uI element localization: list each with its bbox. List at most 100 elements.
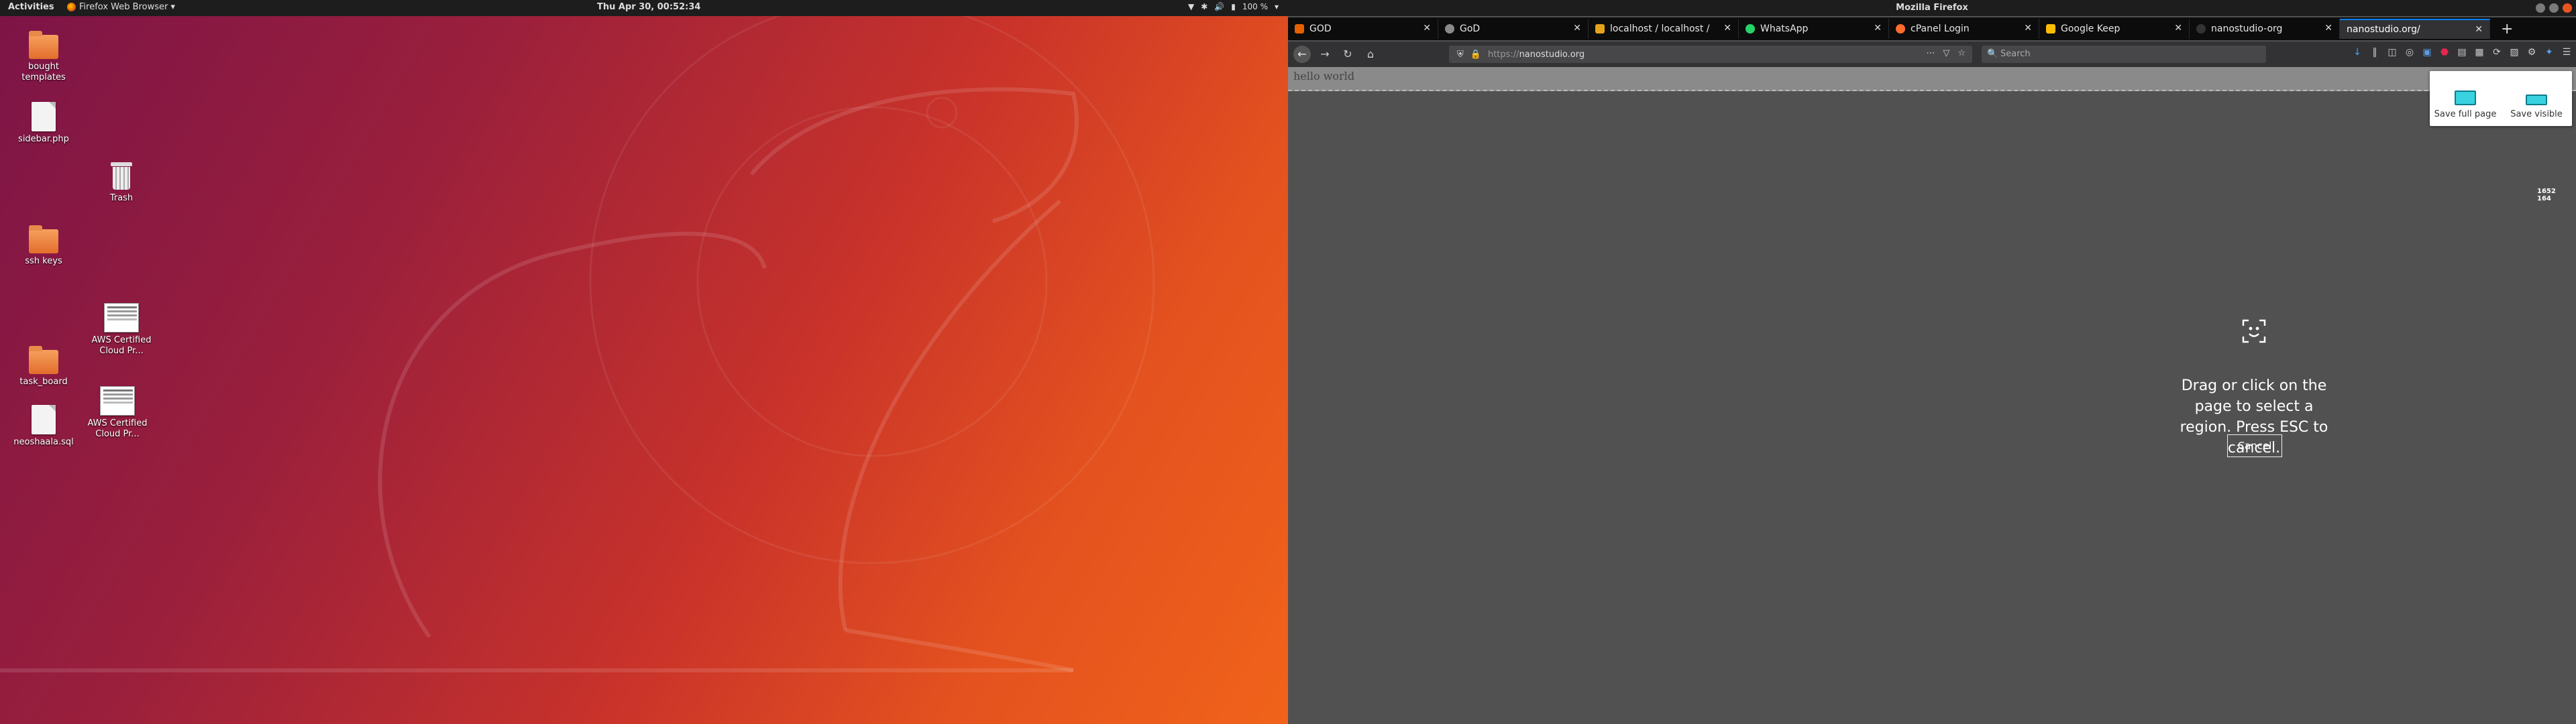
desktop-icon-label: AWS Certified Cloud Pr... — [91, 335, 152, 356]
firefox-icon — [67, 3, 76, 11]
cpanel-icon — [1896, 24, 1905, 34]
extension-icon[interactable]: ▤ — [2457, 47, 2467, 58]
desktop-icon-label: bought templates — [21, 62, 66, 82]
tab-god[interactable]: GOD ✕ — [1288, 19, 1438, 39]
maximize-button[interactable] — [2549, 3, 2559, 13]
tab-nanostudio-org[interactable]: nanostudio-org ✕ — [2190, 19, 2340, 39]
tab-strip: GOD ✕ GoD ✕ localhost / localhost / g...… — [1288, 17, 2576, 40]
tab-label: WhatsApp — [1760, 23, 1809, 34]
tab-label: GoD — [1460, 23, 1481, 34]
file-icon — [32, 405, 56, 434]
battery-label: 100 % — [1242, 2, 1268, 11]
desktop-icon-task-board[interactable]: task_board — [13, 346, 74, 387]
screenshot-icon[interactable]: ▨ — [2509, 47, 2520, 58]
bookmark-star-icon[interactable]: ☆ — [1957, 48, 1966, 58]
desktop-icon-trash[interactable]: Trash — [91, 161, 152, 204]
volume-icon: 🔊 — [1214, 2, 1225, 11]
desktop-icon-label: neoshaala.sql — [13, 437, 74, 447]
url-host: nanostudio.org — [1519, 49, 1585, 60]
tab-label: GOD — [1309, 23, 1332, 34]
close-window-button[interactable] — [2563, 3, 2572, 13]
home-icon[interactable]: ⌂ — [1362, 46, 1379, 63]
desktop-icon-ssh-keys[interactable]: ssh keys — [13, 225, 74, 267]
close-icon[interactable]: ✕ — [1874, 23, 1882, 34]
app-menu[interactable]: Firefox Web Browser ▾ — [67, 2, 175, 12]
firefox-window: Mozilla Firefox GOD ✕ GoD ✕ localhost / … — [1288, 0, 2576, 724]
close-icon[interactable]: ✕ — [2475, 24, 2483, 35]
trash-icon — [109, 161, 133, 190]
desktop-icon-aws-certified-2[interactable]: AWS Certified Cloud Pr... — [87, 386, 148, 440]
window-titlebar[interactable]: Mozilla Firefox — [1288, 0, 2576, 16]
activities-button[interactable]: Activities — [8, 2, 54, 12]
extension-icon[interactable]: ⟳ — [2491, 47, 2502, 58]
window-title: Mozilla Firefox — [1896, 3, 1968, 13]
tab-label: nanostudio.org/ — [2347, 24, 2420, 35]
extension-icon[interactable]: ▣ — [2422, 47, 2432, 58]
wifi-icon: ▼ — [1187, 2, 1195, 11]
tab-label: cPanel Login — [1911, 23, 1970, 34]
window-controls — [2536, 3, 2572, 13]
desktop-icon-aws-certified-1[interactable]: AWS Certified Cloud Pr... — [91, 303, 152, 357]
tab-favicon-icon — [1595, 24, 1605, 34]
close-icon[interactable]: ✕ — [1723, 23, 1731, 34]
tab-favicon-icon — [1445, 24, 1454, 34]
battery-icon: ▮ — [1231, 2, 1236, 11]
reload-icon[interactable]: ↻ — [1339, 46, 1356, 63]
file-icon — [32, 102, 56, 131]
library-icon[interactable]: ‖ — [2369, 47, 2380, 58]
search-icon: 🔍 — [1987, 49, 1998, 59]
wallpaper-artwork — [0, 0, 1155, 672]
document-thumbnail-icon — [104, 303, 139, 333]
hamburger-menu-icon[interactable]: ☰ — [2561, 47, 2572, 58]
tab-label: nanostudio-org — [2211, 23, 2283, 34]
url-bar-actions: ⋯ ▽ ☆ — [1926, 48, 1966, 58]
url-bar[interactable]: ⛨ 🔒 https://nanostudio.org ⋯ ▽ ☆ — [1449, 46, 1972, 63]
screenshot-overlay[interactable]: Drag or click on the page to select a re… — [1288, 67, 2576, 724]
forward-arrow-icon[interactable]: → — [1316, 46, 1334, 63]
close-icon[interactable]: ✕ — [2024, 23, 2032, 34]
close-icon[interactable]: ✕ — [1423, 23, 1431, 34]
url-scheme: https:// — [1487, 49, 1519, 60]
desktop-icon-bought-templates[interactable]: bought templates — [13, 31, 74, 83]
close-icon[interactable]: ✕ — [2324, 23, 2332, 34]
back-arrow-icon[interactable]: ← — [1293, 46, 1311, 63]
tab-google-keep[interactable]: Google Keep ✕ — [2039, 19, 2190, 39]
cancel-button[interactable]: Cancel — [2227, 434, 2282, 457]
tab-label: localhost / localhost / g... — [1610, 23, 1711, 34]
whatsapp-icon — [1746, 24, 1755, 34]
tab-whatsapp[interactable]: WhatsApp ✕ — [1739, 19, 1889, 39]
extension-icon[interactable]: ▦ — [2474, 47, 2485, 58]
pocket-icon[interactable]: ▽ — [1943, 48, 1949, 58]
desktop-icon-label: AWS Certified Cloud Pr... — [87, 418, 148, 439]
desktop-icon-label: sidebar.php — [18, 134, 69, 144]
tab-nanostudio-active[interactable]: nanostudio.org/ ✕ — [2340, 19, 2490, 39]
region-select-icon — [2242, 319, 2266, 343]
shield-icon[interactable]: ⛨ — [1457, 50, 1464, 60]
clock[interactable]: Thu Apr 30, 00:52:34 — [597, 2, 700, 12]
sidebar-icon[interactable]: ◫ — [2387, 47, 2398, 58]
system-tray[interactable]: ▼ ✱ 🔊 ▮ 100 % ▾ — [1188, 2, 1279, 11]
toolbar-icons: ↓ ‖ ◫ ◎ ▣ ⬣ ▤ ▦ ⟳ ▨ ⚙ ✦ ☰ — [2352, 47, 2572, 58]
close-icon[interactable]: ✕ — [1573, 23, 1581, 34]
minimize-button[interactable] — [2536, 3, 2545, 13]
app-menu-label: Firefox Web Browser ▾ — [79, 2, 175, 12]
desktop-icon-label: ssh keys — [25, 256, 62, 266]
tab-phpmyadmin[interactable]: localhost / localhost / g... ✕ — [1589, 19, 1739, 39]
desktop-icon-neoshaala-sql[interactable]: neoshaala.sql — [13, 405, 74, 448]
page-viewport[interactable]: hello world Save full page Save visible … — [1288, 67, 2576, 724]
extension-icon[interactable]: ⚙ — [2526, 47, 2537, 58]
search-input[interactable]: 🔍 Search — [1982, 46, 2266, 63]
account-icon[interactable]: ◎ — [2404, 47, 2415, 58]
tab-cpanel[interactable]: cPanel Login ✕ — [1889, 19, 2039, 39]
page-actions-icon[interactable]: ⋯ — [1926, 48, 1935, 58]
close-icon[interactable]: ✕ — [2174, 23, 2182, 34]
tab-god-2[interactable]: GoD ✕ — [1438, 19, 1589, 39]
desktop-icon-sidebar-php[interactable]: sidebar.php — [13, 102, 74, 145]
extension-icon[interactable]: ✦ — [2544, 47, 2555, 58]
lock-icon[interactable]: 🔒 — [1470, 50, 1481, 60]
new-tab-button[interactable]: + — [2490, 21, 2513, 38]
desktop-icon-label: task_board — [19, 377, 68, 387]
document-thumbnail-icon — [100, 386, 135, 416]
adblock-icon[interactable]: ⬣ — [2439, 47, 2450, 58]
downloads-icon[interactable]: ↓ — [2352, 47, 2363, 58]
